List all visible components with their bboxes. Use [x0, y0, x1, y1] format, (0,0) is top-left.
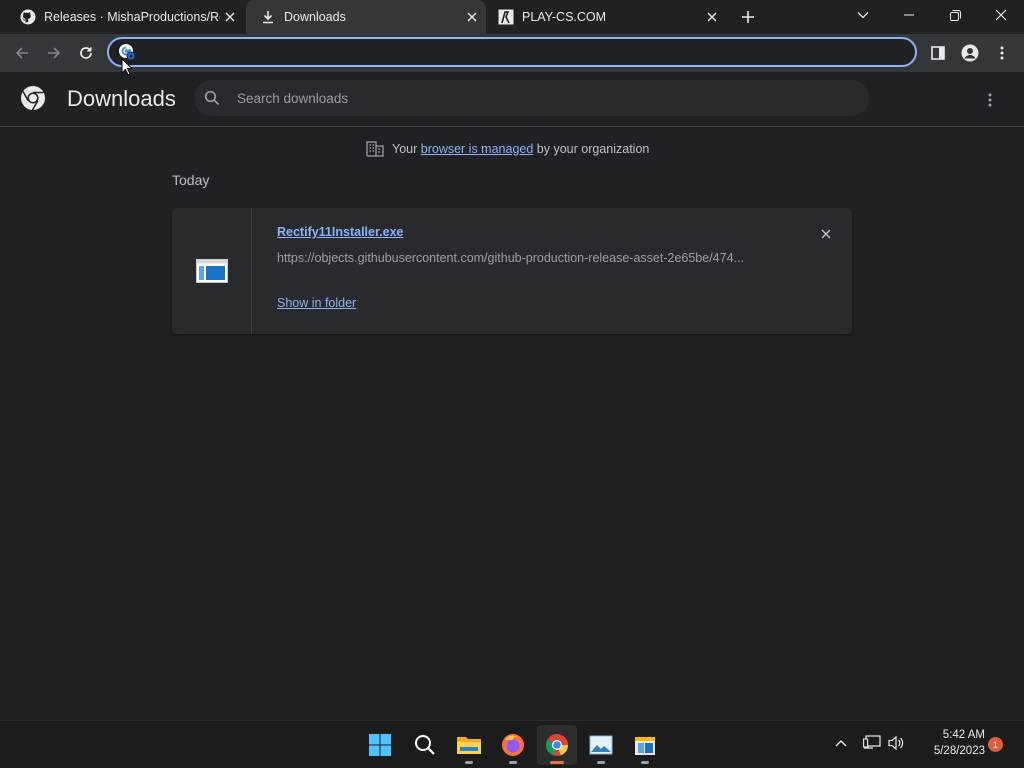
downloads-header: Downloads: [0, 72, 1024, 127]
managed-prefix: Your: [392, 142, 418, 156]
minimize-icon: [904, 14, 914, 16]
taskbar-photos[interactable]: [581, 725, 621, 765]
building-icon: [366, 141, 384, 157]
managed-suffix: by your organization: [536, 142, 650, 156]
tab-search-button[interactable]: [840, 0, 886, 30]
exe-file-icon: [195, 259, 228, 283]
page-title: Downloads: [67, 86, 176, 111]
taskbar-firefox[interactable]: [493, 725, 533, 765]
search-input[interactable]: [237, 90, 869, 106]
profile-icon: [961, 44, 979, 62]
chrome-icon: [546, 734, 568, 756]
managed-banner: Your browser is managed by your organiza…: [366, 140, 649, 158]
start-button[interactable]: [360, 725, 400, 765]
tab-releases[interactable]: Releases · MishaProductions/Rec: [0, 0, 244, 34]
github-icon: [20, 9, 36, 25]
download-icon: [260, 9, 276, 25]
new-tab-button[interactable]: [736, 5, 760, 29]
start-icon: [369, 734, 391, 756]
remove-download-button[interactable]: [816, 224, 836, 244]
forward-button[interactable]: [40, 39, 68, 67]
tray-overflow-button[interactable]: [832, 733, 850, 753]
notification-badge[interactable]: 1: [988, 737, 1003, 752]
firefox-icon: [502, 734, 524, 756]
installer-icon: [635, 737, 655, 755]
tab-play-cs[interactable]: PLAY-CS.COM: [478, 0, 726, 34]
search-icon: [415, 735, 435, 755]
volume-control[interactable]: [886, 733, 906, 753]
taskbar-chrome[interactable]: [537, 725, 577, 765]
more-vert-icon: [1000, 46, 1004, 60]
profile-button[interactable]: [956, 39, 984, 67]
arrow-right-icon: [48, 47, 61, 59]
menu-button[interactable]: [988, 39, 1016, 67]
tab-title: PLAY-CS.COM: [522, 10, 607, 24]
reload-icon: [80, 47, 92, 59]
running-indicator: [597, 761, 605, 764]
browser-managed-link[interactable]: browser is managed: [421, 142, 534, 156]
restore-icon: [949, 9, 961, 21]
taskbar-installer[interactable]: [625, 725, 665, 765]
running-indicator: [465, 761, 473, 764]
plus-icon: [742, 11, 754, 23]
download-source-url: https://objects.githubusercontent.com/gi…: [277, 251, 744, 265]
taskbar-file-explorer[interactable]: [449, 725, 489, 765]
active-indicator: [550, 761, 564, 764]
side-panel-button[interactable]: [924, 39, 952, 67]
arrow-left-icon: [15, 47, 28, 59]
play-cs-icon: [498, 9, 514, 25]
network-icon: [863, 735, 881, 749]
clock-date: 5/28/2023: [933, 745, 985, 757]
browser-toolbar: [0, 34, 1024, 72]
side-panel-icon: [931, 46, 945, 60]
taskbar-search-button[interactable]: [405, 725, 445, 765]
chevron-down-icon: [857, 12, 869, 19]
address-input[interactable]: [142, 40, 915, 64]
reload-button[interactable]: [72, 39, 100, 67]
back-button[interactable]: [8, 39, 36, 67]
restore-button[interactable]: [932, 0, 978, 30]
close-icon: [821, 229, 831, 239]
search-icon: [204, 90, 220, 106]
date-section-label: Today: [172, 172, 210, 188]
network-status[interactable]: [862, 733, 882, 753]
file-explorer-icon: [457, 737, 481, 754]
close-icon[interactable]: [702, 7, 722, 27]
file-icon-column: [172, 208, 252, 334]
tab-title: Releases · MishaProductions/Rec: [44, 10, 220, 24]
mouse-cursor-icon: [121, 58, 133, 76]
chevron-up-icon: [835, 740, 847, 747]
close-icon: [995, 9, 1007, 21]
photos-icon: [589, 735, 613, 755]
running-indicator: [509, 761, 517, 764]
tab-strip: Releases · MishaProductions/Rec Download…: [0, 0, 1024, 34]
close-icon[interactable]: [220, 7, 240, 27]
chrome-logo-icon: [20, 85, 46, 111]
address-bar[interactable]: [107, 37, 917, 67]
system-clock[interactable]: 5:42 AM 5/28/2023: [915, 727, 985, 759]
search-downloads[interactable]: [194, 80, 869, 116]
download-item: Rectify11Installer.exe https://objects.g…: [172, 208, 852, 334]
volume-icon: [888, 735, 904, 751]
download-filename-link[interactable]: Rectify11Installer.exe: [277, 225, 403, 239]
tab-downloads[interactable]: Downloads: [246, 0, 486, 34]
taskbar: [0, 720, 1024, 768]
show-in-folder-link[interactable]: Show in folder: [277, 296, 356, 310]
downloads-menu-button[interactable]: [978, 88, 1002, 112]
minimize-button[interactable]: [886, 0, 932, 30]
running-indicator: [641, 761, 649, 764]
tab-title: Downloads: [284, 10, 346, 24]
clock-time: 5:42 AM: [942, 729, 985, 741]
close-window-button[interactable]: [978, 0, 1024, 30]
more-vert-icon: [988, 93, 992, 107]
